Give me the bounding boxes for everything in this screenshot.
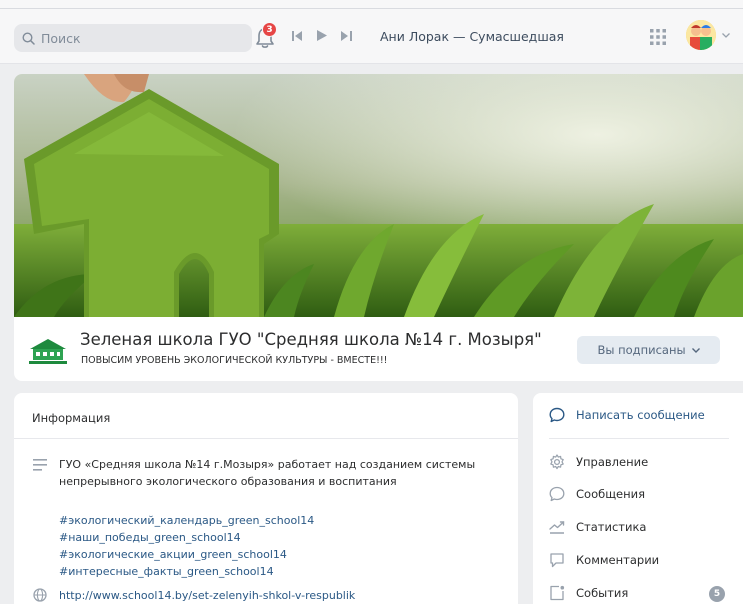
menu-item-label: Комментарии	[576, 553, 660, 567]
events-count-badge: 5	[709, 586, 725, 602]
divider	[14, 438, 518, 439]
website-link[interactable]: http://www.school14.by/set-zelenyih-shko…	[59, 589, 355, 602]
globe-icon	[33, 588, 47, 602]
now-playing-track[interactable]: Ани Лорак — Сумасшедшая	[380, 29, 564, 44]
play-icon[interactable]	[317, 30, 327, 41]
audio-player-controls	[292, 30, 352, 41]
write-message-button[interactable]: Написать сообщение	[549, 407, 705, 423]
events-icon	[550, 585, 565, 601]
hashtag-link[interactable]: #экологические_акции_green_school14	[59, 546, 314, 563]
description-icon	[33, 459, 47, 471]
info-card: Информация ГУО «Средняя школа №14 г.Мозы…	[14, 393, 518, 604]
search-placeholder: Поиск	[41, 30, 81, 46]
hashtag-list: #экологический_календарь_green_school14 …	[59, 512, 314, 580]
message-icon	[549, 407, 565, 423]
menu-item-manage[interactable]: Управление	[549, 454, 648, 470]
group-description: ГУО «Средняя школа №14 г.Мозыря» работае…	[59, 458, 476, 488]
actions-menu: Написать сообщение Управление Сообщения …	[533, 393, 743, 604]
write-message-label: Написать сообщение	[576, 408, 705, 422]
notifications-button[interactable]: 3	[252, 22, 280, 50]
menu-item-label: Управление	[576, 455, 649, 469]
subscribed-button[interactable]: Вы подписаны	[577, 336, 720, 364]
menu-item-events[interactable]: События	[549, 585, 628, 601]
info-heading[interactable]: Информация	[32, 411, 110, 425]
hashtag-link[interactable]: #экологический_календарь_green_school14	[59, 512, 314, 529]
menu-item-label: События	[576, 586, 629, 600]
chevron-down-icon[interactable]	[722, 33, 730, 38]
group-logo	[26, 335, 70, 367]
group-header-card: Зеленая школа ГУО "Средняя школа №14 г. …	[14, 74, 743, 381]
divider	[549, 438, 729, 439]
subscribed-label: Вы подписаны	[597, 343, 686, 357]
gear-icon	[550, 454, 564, 470]
top-bar: Поиск 3 Ани Лорак — Сумасшедшая	[0, 0, 743, 64]
comment-icon	[550, 553, 564, 568]
search-input[interactable]: Поиск	[14, 24, 252, 52]
notifications-badge: 3	[262, 22, 277, 37]
cover-image	[14, 74, 743, 317]
menu-item-label: Статистика	[576, 520, 647, 534]
search-icon	[22, 31, 35, 45]
menu-item-comments[interactable]: Комментарии	[549, 552, 659, 568]
hashtag-link[interactable]: #наши_победы_green_school14	[59, 529, 314, 546]
menu-item-messages[interactable]: Сообщения	[549, 486, 645, 502]
next-track-icon[interactable]	[341, 30, 352, 41]
previous-track-icon[interactable]	[292, 30, 303, 41]
avatar[interactable]	[686, 20, 716, 50]
hashtag-link[interactable]: #интересные_факты_green_school14	[59, 563, 314, 580]
avatar-image	[686, 20, 716, 50]
apps-grid-icon[interactable]	[649, 28, 667, 46]
chevron-down-icon	[691, 347, 700, 353]
group-status: ПОВЫСИМ УРОВЕНЬ ЭКОЛОГИЧЕСКОЙ КУЛЬТУРЫ -…	[81, 355, 388, 366]
group-title: Зеленая школа ГУО "Средняя школа №14 г. …	[80, 330, 542, 349]
chart-icon	[549, 521, 565, 534]
menu-item-statistics[interactable]: Статистика	[549, 519, 646, 535]
menu-item-label: Сообщения	[576, 487, 646, 501]
top-divider	[0, 8, 743, 9]
website-row: http://www.school14.by/set-zelenyih-shko…	[33, 588, 355, 602]
chat-bubble-icon	[549, 486, 565, 502]
